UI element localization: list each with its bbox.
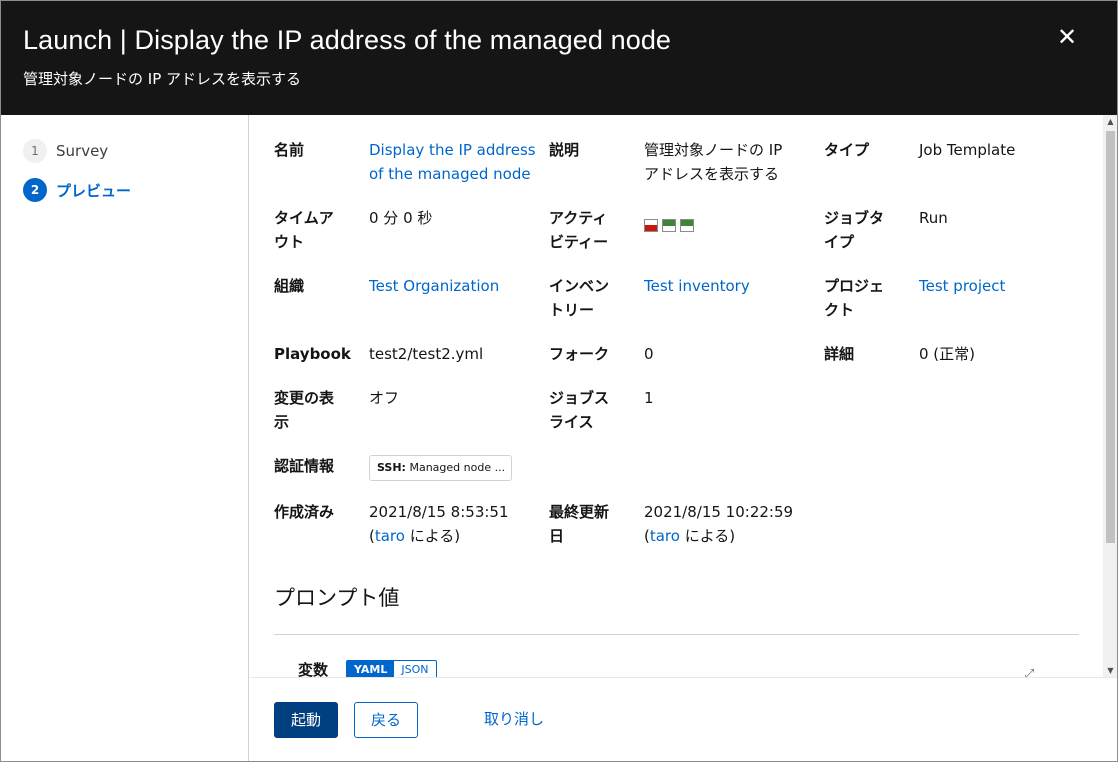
created-by-user-link[interactable]: taro [375,527,405,545]
created-by: (taro による) [369,524,509,548]
section-divider [274,634,1079,635]
job-slice-label-line2: ライス [549,413,594,431]
wizard-step-preview[interactable]: 2 プレビュー [23,178,131,202]
name-value-line2: of the managed node [369,165,531,183]
verbosity-label: 詳細 [824,345,855,363]
activity-success-icon[interactable] [662,219,676,232]
project-label: プロジェ クト [824,274,904,322]
activity-sparkline [644,219,694,232]
scroll-up-icon[interactable]: ▲ [1103,117,1117,126]
credential-chip[interactable]: SSH: Managed node ... [369,455,512,481]
job-slice-value: 1 [644,389,654,407]
credentials-label: 認証情報 [274,457,335,475]
playbook-label: Playbook [274,345,351,363]
inventory-label: インベン トリー [549,274,629,322]
paren-close: による) [679,527,736,545]
description-value: 管理対象ノードの IP アドレスを表示する [644,138,782,186]
verbosity-value: 0 (正常) [919,345,976,363]
project-link[interactable]: Test project [919,274,1005,298]
yaml-toggle-button[interactable]: YAML [347,661,395,677]
organization-link[interactable]: Test Organization [369,274,499,298]
project-label-line1: プロジェ [824,277,885,295]
show-changes-label-line1: 変更の表 [274,389,335,407]
modified-label: 最終更新 日 [549,500,629,548]
project-label-line2: クト [824,301,855,319]
type-value: Job Template [919,141,1016,159]
type-label: タイプ [824,141,870,159]
activity-success-icon[interactable] [680,219,694,232]
wizard-nav: 1 Survey 2 プレビュー [1,115,249,761]
activity-label-line1: アクティ [549,209,608,227]
description-line1: 管理対象ノードの IP [644,141,783,159]
scroll-down-icon[interactable]: ▼ [1103,666,1117,675]
description-line2: アドレスを表示する [644,165,780,183]
job-type-label-line1: ジョブタ [824,209,885,227]
timeout-label-line1: タイムア [274,209,334,227]
prompt-values-title: プロンプト値 [274,586,400,610]
created-label: 作成済み [274,503,335,521]
activity-label: アクティ ビティー [549,206,629,254]
job-type-value: Run [919,209,948,227]
job-type-label: ジョブタ イプ [824,206,904,254]
modified-by: (taro による) [644,524,793,548]
forks-label: フォーク [549,345,610,363]
close-icon[interactable]: ✕ [1055,25,1079,49]
inventory-label-line1: インベン [549,277,610,295]
vertical-scrollbar[interactable]: ▲ ▼ [1103,115,1117,677]
step-label: プレビュー [56,181,132,200]
modal-header: Launch | Display the IP address of the m… [1,1,1117,115]
modified-date: 2021/8/15 10:22:59 [644,503,794,521]
credential-chip-prefix: SSH: [377,461,406,474]
step-number: 2 [23,178,47,202]
inventory-label-line2: トリー [549,301,595,319]
launch-button[interactable]: 起動 [274,702,338,738]
paren-close: による) [404,527,461,545]
job-slice-label-line1: ジョブス [549,389,610,407]
timeout-value: 0 分 0 秒 [369,209,433,227]
credential-chip-text: Managed node ... [405,461,506,474]
preview-body: 名前 Display the IP address of the managed… [250,115,1103,677]
job-slice-label: ジョブス ライス [549,386,629,434]
modified-label-line2: 日 [549,527,565,545]
modified-by-user-link[interactable]: taro [650,527,680,545]
timeout-label-line2: ウト [274,233,305,251]
show-changes-value: オフ [369,389,400,407]
created-value: 2021/8/15 8:53:51 (taro による) [369,500,509,548]
json-toggle-button[interactable]: JSON [394,661,435,677]
expand-icon[interactable]: ⤢ [1024,667,1034,677]
cancel-button[interactable]: 取り消し [468,702,560,738]
variables-label: 変数 [298,661,329,677]
launch-modal: Launch | Display the IP address of the m… [0,0,1118,762]
back-button[interactable]: 戻る [354,702,418,738]
modified-label-line1: 最終更新 [549,503,610,521]
organization-label: 組織 [274,277,305,295]
step-label: Survey [56,142,109,160]
modal-footer: 起動 戻る 取り消し [250,677,1117,761]
playbook-value: test2/test2.yml [369,345,484,363]
modal-subtitle: 管理対象ノードの IP アドレスを表示する [23,70,302,88]
forks-value: 0 [644,345,654,363]
created-date: 2021/8/15 8:53:51 [369,503,509,521]
show-changes-label: 変更の表 示 [274,386,354,434]
step-number: 1 [23,139,47,163]
modified-value: 2021/8/15 10:22:59 (taro による) [644,500,793,548]
wizard-step-survey[interactable]: 1 Survey [23,139,108,163]
scrollbar-thumb[interactable] [1106,131,1115,543]
activity-label-line2: ビティー [549,233,609,251]
name-label: 名前 [274,141,305,159]
description-label: 説明 [549,141,580,159]
job-type-label-line2: イプ [824,233,855,251]
variables-format-toggle: YAML JSON [346,660,437,677]
activity-failed-icon[interactable] [644,219,658,232]
modal-title: Launch | Display the IP address of the m… [23,25,672,55]
name-value-line1: Display the IP address [369,141,536,159]
name-value-link[interactable]: Display the IP address of the managed no… [369,138,536,186]
timeout-label: タイムア ウト [274,206,354,254]
show-changes-label-line2: 示 [274,413,290,431]
inventory-link[interactable]: Test inventory [644,274,750,298]
